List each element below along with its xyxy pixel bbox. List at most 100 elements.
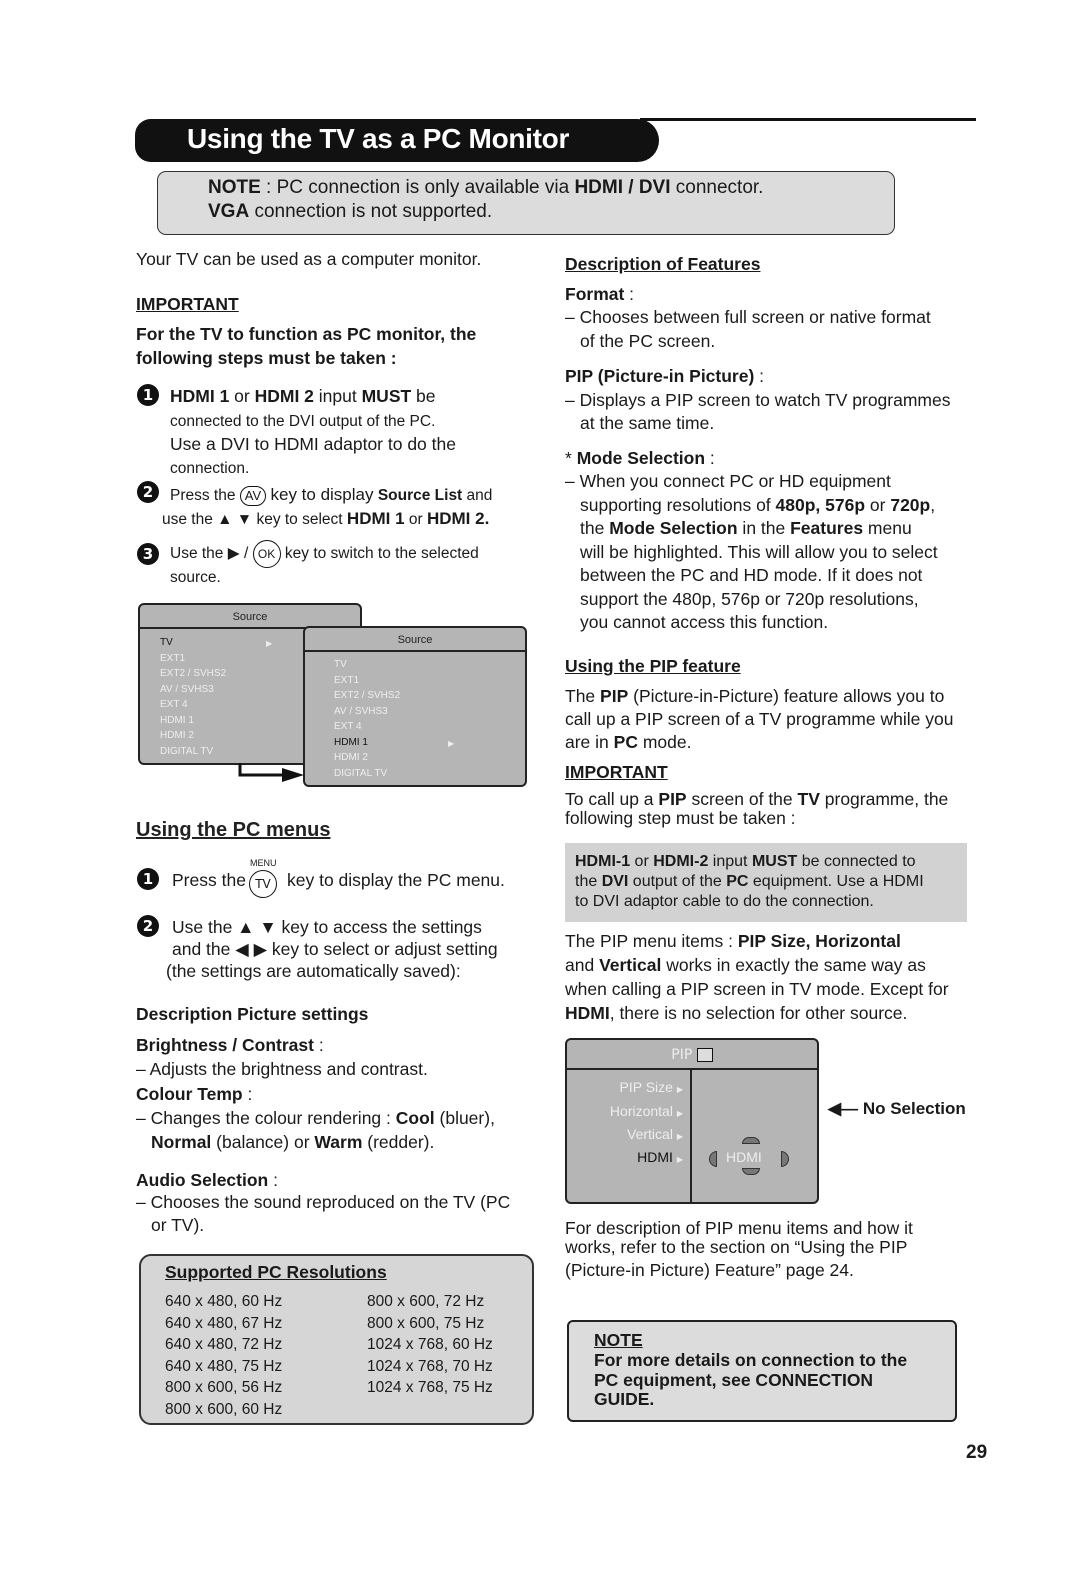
- source-item[interactable]: TV: [160, 637, 173, 648]
- hdmi-box-line-3: to DVI adaptor cable to do the connectio…: [575, 893, 874, 910]
- title-rule: [640, 118, 976, 121]
- nav-right-icon[interactable]: [781, 1151, 789, 1167]
- step-3-line-1: Use the ▶ / OK key to switch to the sele…: [170, 540, 479, 568]
- arrow-left-icon: ◀—: [828, 1099, 859, 1118]
- important-text-2: following steps must be taken :: [136, 348, 397, 368]
- hdmi-box-line-1: HDMI-1 or HDMI-2 input MUST be connected…: [575, 853, 916, 870]
- pc-step-2-line-1: Use the ▲ ▼ key to access the settings: [172, 917, 482, 937]
- resolution-item: 800 x 600, 56 Hz: [165, 1379, 283, 1396]
- arrow-connector-icon: [238, 763, 304, 782]
- resolution-item: 1024 x 768, 60 Hz: [367, 1336, 493, 1353]
- menu-key-label: MENU: [250, 858, 277, 868]
- pip-window-icon: [696, 1048, 713, 1062]
- source-item[interactable]: TV: [334, 659, 347, 670]
- source-item[interactable]: EXT 4: [160, 699, 188, 710]
- audio-desc-2: or TV).: [151, 1215, 205, 1235]
- step-1-line-2: connected to the DVI output of the PC.: [170, 413, 436, 430]
- source-item[interactable]: AV / SVHS3: [334, 706, 388, 717]
- step-3-badge: 3: [137, 543, 159, 565]
- pip-feature-text-1: The PIP (Picture-in-Picture) feature all…: [565, 686, 945, 706]
- step-2-line-2: use the ▲ ▼ key to select HDMI 1 or HDMI…: [162, 509, 490, 528]
- pip-item[interactable]: Horizontal ▶: [610, 1103, 683, 1119]
- source-item[interactable]: EXT2 / SVHS2: [334, 690, 400, 701]
- mode-desc-3: the Mode Selection in the Features menu: [580, 518, 912, 538]
- refer-text-2: works, refer to the section on “Using th…: [565, 1237, 908, 1257]
- note-box: NOTE : PC connection is only available v…: [157, 171, 895, 235]
- note-heading: NOTE: [594, 1330, 643, 1350]
- pc-step-1-pre: Press the: [172, 870, 246, 890]
- important-text-right-2: following step must be taken :: [565, 808, 796, 828]
- resolutions-box: Supported PC Resolutions 640 x 480, 60 H…: [139, 1254, 534, 1425]
- mode-desc-2: supporting resolutions of 480p, 576p or …: [580, 495, 936, 515]
- pip-label: PIP (Picture-in Picture) :: [565, 366, 765, 386]
- note-line: PC equipment, see CONNECTION: [594, 1370, 874, 1390]
- pip-feature-text-3: are in PC mode.: [565, 732, 692, 752]
- colour-desc-2: Normal (balance) or Warm (redder).: [151, 1132, 435, 1152]
- resolution-item: 640 x 480, 67 Hz: [165, 1315, 283, 1332]
- nav-down-icon[interactable]: [742, 1168, 760, 1175]
- refer-text-3: (Picture-in Picture) Feature” page 24.: [565, 1260, 854, 1280]
- resolution-item: 640 x 480, 75 Hz: [165, 1358, 283, 1375]
- resolution-item: 1024 x 768, 70 Hz: [367, 1358, 493, 1375]
- pip-menu-title: PIP: [567, 1040, 817, 1070]
- resolution-item: 800 x 600, 72 Hz: [367, 1293, 485, 1310]
- step-1-line-1: HDMI 1 or HDMI 2 input MUST be: [170, 386, 436, 406]
- source-item[interactable]: HDMI 2: [334, 752, 368, 763]
- resolution-item: 640 x 480, 72 Hz: [165, 1336, 283, 1353]
- source-item[interactable]: DIGITAL TV: [334, 768, 387, 779]
- resolution-item: 800 x 600, 75 Hz: [367, 1315, 485, 1332]
- step-1-badge: 1: [137, 384, 159, 406]
- pip-source-value: HDMI: [726, 1149, 762, 1165]
- pc-step-1-post: key to display the PC menu.: [287, 870, 505, 890]
- tv-menu-key-icon: TV: [249, 870, 277, 898]
- source-item[interactable]: HDMI 2: [160, 730, 194, 741]
- source-item[interactable]: DIGITAL TV: [160, 746, 213, 757]
- hdmi-box-line-2: the DVI output of the PC equipment. Use …: [575, 873, 924, 890]
- note-line: For more details on connection to the: [594, 1350, 908, 1370]
- av-key-icon: AV: [239, 485, 267, 506]
- page-number: 29: [966, 1442, 988, 1463]
- source-item[interactable]: EXT2 / SVHS2: [160, 668, 226, 679]
- step-2-line-1: Press the AV key to display Source List …: [170, 485, 493, 506]
- arrow-right-icon: ▶: [266, 639, 273, 648]
- hdmi-requirement-box: HDMI-1 or HDMI-2 input MUST be connected…: [565, 843, 967, 922]
- step-1-line-3: Use a DVI to HDMI adaptor to do the: [170, 434, 456, 454]
- source-item[interactable]: AV / SVHS3: [160, 684, 214, 695]
- note-line-2: VGA connection is not supported.: [208, 201, 493, 222]
- resolution-item: 640 x 480, 60 Hz: [165, 1293, 283, 1310]
- colour-label: Colour Temp :: [136, 1084, 253, 1104]
- pip-item[interactable]: Vertical ▶: [627, 1126, 683, 1142]
- brightness-desc: – Adjusts the brightness and contrast.: [136, 1059, 428, 1079]
- pip-item-selected[interactable]: HDMI ▶: [637, 1149, 683, 1165]
- page-title: Using the TV as a PC Monitor: [187, 123, 570, 154]
- mode-desc-5: between the PC and HD mode. If it does n…: [580, 565, 923, 585]
- nav-left-icon[interactable]: [709, 1151, 717, 1167]
- mode-desc-1: – When you connect PC or HD equipment: [565, 471, 891, 491]
- connection-note-box: NOTE For more details on connection to t…: [567, 1320, 957, 1422]
- pip-item[interactable]: PIP Size ▶: [620, 1079, 683, 1095]
- pip-menu: PIP PIP Size ▶ Horizontal ▶ Vertical ▶ H…: [565, 1038, 819, 1204]
- format-desc-2: of the PC screen.: [580, 331, 716, 351]
- source-item[interactable]: EXT1: [160, 653, 185, 664]
- source-item-selected[interactable]: HDMI 1: [334, 737, 368, 748]
- pip-items-text-1: The PIP menu items : PIP Size, Horizonta…: [565, 931, 901, 951]
- pip-menu-divider: [690, 1070, 692, 1202]
- mode-desc-4: will be highlighted. This will allow you…: [580, 542, 938, 562]
- arrow-right-icon: ▶: [448, 739, 455, 748]
- source-item[interactable]: EXT 4: [334, 721, 362, 732]
- format-label: Format :: [565, 284, 635, 304]
- pip-desc-1: – Displays a PIP screen to watch TV prog…: [565, 390, 951, 410]
- source-item[interactable]: HDMI 1: [160, 715, 194, 726]
- important-heading: IMPORTANT: [136, 294, 239, 314]
- audio-desc-1: – Chooses the sound reproduced on the TV…: [136, 1192, 511, 1212]
- nav-up-icon[interactable]: [742, 1137, 760, 1144]
- pip-items-text-4: HDMI, there is no selection for other so…: [565, 1003, 908, 1023]
- no-selection-callout: ◀— No Selection: [828, 1099, 966, 1118]
- desc-picture-heading: Description Picture settings: [136, 1004, 369, 1024]
- important-text-1: For the TV to function as PC monitor, th…: [136, 324, 477, 344]
- pip-feature-heading: Using the PIP feature: [565, 656, 741, 676]
- source-item[interactable]: EXT1: [334, 675, 359, 686]
- pc-menus-heading: Using the PC menus: [136, 819, 331, 841]
- source-menu-front-title: Source: [305, 628, 525, 652]
- step-3-line-2: source.: [170, 569, 221, 586]
